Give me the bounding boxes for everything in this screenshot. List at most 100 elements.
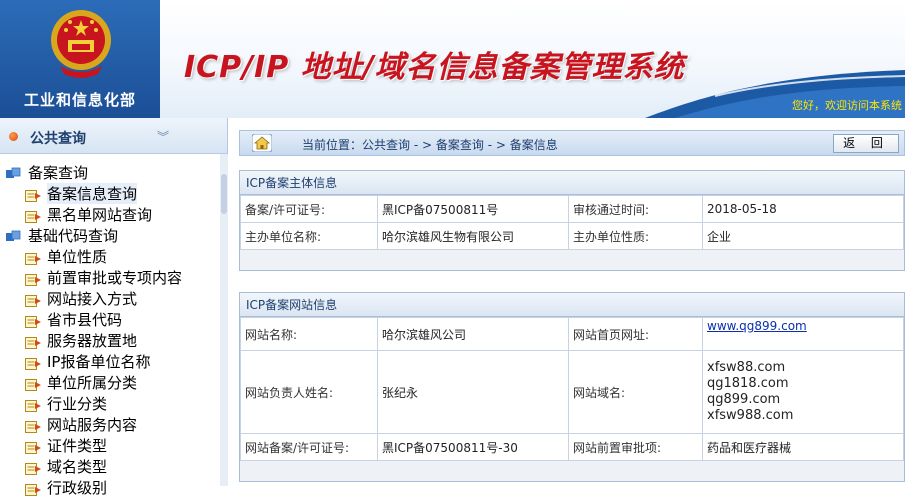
- document-arrow-icon: [25, 272, 42, 286]
- document-arrow-icon: [25, 377, 42, 391]
- back-button[interactable]: 返 回: [833, 134, 899, 153]
- site-owner-value: 张纪永: [377, 350, 569, 434]
- sidebar-category-label: 备案查询: [28, 164, 89, 182]
- sidebar-item[interactable]: 服务器放置地: [0, 330, 220, 351]
- preapproval-value: 药品和医疗器械: [702, 433, 904, 461]
- license-no-label: 备案/许可证号:: [240, 195, 378, 223]
- sidebar-item-label: 服务器放置地: [47, 332, 138, 350]
- domain-item: xfsw88.com: [707, 360, 786, 375]
- sidebar-item[interactable]: 证件类型: [0, 435, 220, 456]
- sidebar-item[interactable]: 省市县代码: [0, 309, 220, 330]
- document-arrow-icon: [25, 314, 42, 328]
- site-owner-label: 网站负责人姓名:: [240, 350, 378, 434]
- scrollbar-thumb[interactable]: [221, 174, 227, 214]
- sidebar-item[interactable]: 网站服务内容: [0, 414, 220, 435]
- sidebar-item[interactable]: 单位性质: [0, 246, 220, 267]
- bullet-icon: [9, 132, 18, 141]
- breadcrumb: 当前位置：公共查询 - > 备案查询 - > 备案信息: [302, 136, 558, 153]
- welcome-text: 您好，欢迎访问本系统: [792, 99, 902, 112]
- site-header: 工业和信息化部 ICP/IP 地址/域名信息备案管理系统 您好，欢迎访问本系统: [0, 0, 905, 118]
- sidebar: 公共查询 ︾ 备案查询 备案信息查询黑名单网站查询基础代码查询单位性质前置审批或专…: [0, 118, 228, 497]
- sidebar-item-label: IP报备单位名称: [47, 353, 151, 371]
- panel-title: ICP备案主体信息: [240, 171, 904, 195]
- chevron-down-icon[interactable]: ︾: [157, 128, 169, 145]
- sidebar-item[interactable]: 备案信息查询: [0, 183, 220, 204]
- sidebar-item[interactable]: 网站接入方式: [0, 288, 220, 309]
- document-arrow-icon: [25, 335, 42, 349]
- table-row: 网站名称: 哈尔滨雄风公司 网站首页网址: www.qg899.com: [240, 317, 904, 351]
- sidebar-item-label: 网站接入方式: [47, 290, 138, 308]
- preapproval-label: 网站前置审批项:: [568, 433, 703, 461]
- sidebar-item[interactable]: 行政级别: [0, 477, 220, 498]
- sidebar-item[interactable]: IP报备单位名称: [0, 351, 220, 372]
- sidebar-item-label: 证件类型: [47, 437, 108, 455]
- folder-icon: [6, 229, 22, 242]
- breadcrumb-item: 备案信息: [509, 138, 558, 152]
- document-arrow-icon: [25, 440, 42, 454]
- breadcrumb-separator: - >: [483, 138, 510, 152]
- breadcrumb-item: 备案查询: [435, 138, 484, 152]
- sidebar-item[interactable]: 域名类型: [0, 456, 220, 477]
- subject-info-panel: ICP备案主体信息 备案/许可证号: 黑ICP备07500811号 审核通过时间…: [239, 170, 905, 271]
- table-row: 网站负责人姓名: 张纪永 网站域名: xfsw88.com qg1818.com…: [240, 350, 904, 434]
- sidebar-menu: 备案查询 备案信息查询黑名单网站查询基础代码查询单位性质前置审批或专项内容 网站接入…: [0, 162, 220, 498]
- sidebar-item-label: 前置审批或专项内容: [47, 269, 183, 287]
- sidebar-section-header[interactable]: 公共查询 ︾: [0, 118, 227, 154]
- sidebar-item-label: 网站服务内容: [47, 416, 138, 434]
- breadcrumb-bar: 当前位置：公共查询 - > 备案查询 - > 备案信息 返 回: [239, 130, 905, 156]
- sidebar-item-label: 省市县代码: [47, 311, 123, 329]
- table-row: 主办单位名称: 哈尔滨雄风生物有限公司 主办单位性质: 企业: [240, 222, 904, 250]
- sidebar-item[interactable]: 黑名单网站查询: [0, 204, 220, 225]
- site-license-value: 黑ICP备07500811号-30: [377, 433, 569, 461]
- organizer-name-value: 哈尔滨雄风生物有限公司: [377, 222, 569, 250]
- table-row: 网站备案/许可证号: 黑ICP备07500811号-30 网站前置审批项: 药品…: [240, 433, 904, 461]
- panel-footer: [240, 461, 904, 481]
- subject-info-table: 备案/许可证号: 黑ICP备07500811号 审核通过时间: 2018-05-…: [240, 195, 904, 250]
- sidebar-category[interactable]: 备案查询: [0, 162, 220, 183]
- domain-item: qg899.com: [707, 392, 781, 407]
- document-arrow-icon: [25, 209, 42, 223]
- breadcrumb-item: 公共查询: [362, 138, 411, 152]
- sidebar-item[interactable]: 前置审批或专项内容: [0, 267, 220, 288]
- homepage-link[interactable]: www.qg899.com: [707, 319, 807, 333]
- domain-list: xfsw88.com qg1818.com qg899.com xfsw988.…: [702, 350, 904, 434]
- organizer-name-label: 主办单位名称:: [240, 222, 378, 250]
- sidebar-item[interactable]: 单位所属分类: [0, 372, 220, 393]
- sidebar-item-label: 域名类型: [47, 458, 108, 476]
- domain-label: 网站域名:: [568, 350, 703, 434]
- sidebar-section-title: 公共查询: [30, 131, 86, 147]
- site-name-value: 哈尔滨雄风公司: [377, 317, 569, 351]
- site-name-label: 网站名称:: [240, 317, 378, 351]
- website-info-panel: ICP备案网站信息 网站名称: 哈尔滨雄风公司 网站首页网址: www.qg89…: [239, 292, 905, 482]
- sidebar-item-label: 行业分类: [47, 395, 108, 413]
- national-emblem-icon: [51, 10, 111, 78]
- sidebar-scrollbar[interactable]: [220, 154, 228, 486]
- document-arrow-icon: [25, 251, 42, 265]
- sidebar-item[interactable]: 行业分类: [0, 393, 220, 414]
- domain-item: qg1818.com: [707, 376, 789, 391]
- organizer-type-value: 企业: [702, 222, 904, 250]
- site-license-label: 网站备案/许可证号:: [240, 433, 378, 461]
- domain-item: xfsw988.com: [707, 408, 794, 423]
- sidebar-item-label: 单位所属分类: [47, 374, 138, 392]
- sidebar-category-label: 基础代码查询: [28, 227, 119, 245]
- sidebar-item-label: 单位性质: [47, 248, 108, 266]
- system-title: ICP/IP 地址/域名信息备案管理系统: [184, 50, 685, 85]
- table-row: 备案/许可证号: 黑ICP备07500811号 审核通过时间: 2018-05-…: [240, 195, 904, 223]
- website-info-table: 网站名称: 哈尔滨雄风公司 网站首页网址: www.qg899.com 网站负责…: [240, 317, 904, 461]
- sidebar-item-label: 行政级别: [47, 479, 108, 497]
- main-content: 当前位置：公共查询 - > 备案查询 - > 备案信息 返 回 ICP备案主体信…: [229, 118, 905, 486]
- breadcrumb-separator: - >: [410, 138, 436, 152]
- folder-icon: [6, 166, 22, 179]
- document-arrow-icon: [25, 188, 42, 202]
- document-arrow-icon: [25, 482, 42, 496]
- homepage-label: 网站首页网址:: [568, 317, 703, 351]
- document-arrow-icon: [25, 461, 42, 475]
- organizer-type-label: 主办单位性质:: [568, 222, 703, 250]
- sidebar-category[interactable]: 基础代码查询: [0, 225, 220, 246]
- panel-footer: [240, 250, 904, 270]
- home-icon[interactable]: [252, 134, 272, 152]
- approval-time-value: 2018-05-18: [702, 195, 904, 223]
- panel-title: ICP备案网站信息: [240, 293, 904, 317]
- sidebar-item-label: 黑名单网站查询: [47, 206, 153, 224]
